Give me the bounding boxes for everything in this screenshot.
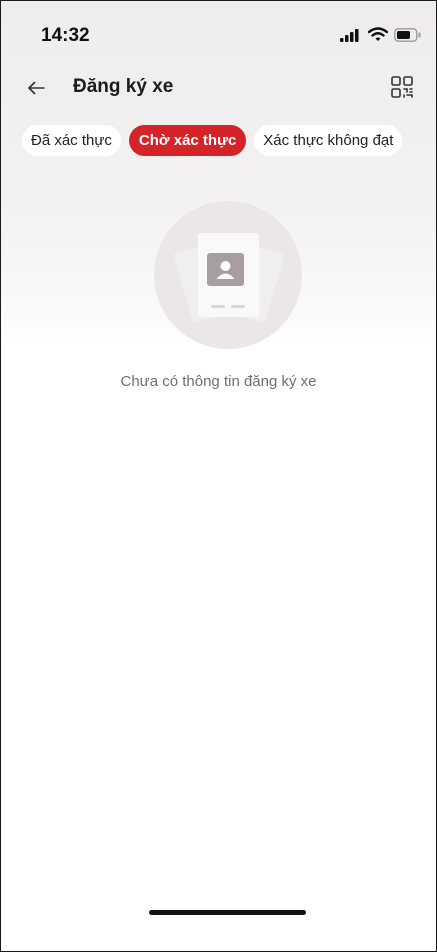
signal-icon <box>340 28 359 42</box>
empty-state-illustration <box>154 201 302 349</box>
tab-pending[interactable]: Chờ xác thực <box>128 125 247 156</box>
arrow-left-icon <box>28 81 45 95</box>
avatar-icon <box>207 253 244 286</box>
status-tabs: Đã xác thực Chờ xác thực Xác thực không … <box>22 125 403 156</box>
status-time: 14:32 <box>41 25 90 46</box>
page-title: Đăng ký xe <box>73 76 174 97</box>
empty-state-message: Chưa có thông tin đăng ký xe <box>120 373 317 390</box>
home-indicator[interactable] <box>149 910 306 915</box>
back-button[interactable] <box>19 73 53 103</box>
app-screen: 14:32 Đăng ký xe Đã xác thực Chờ xác thự… <box>0 0 437 952</box>
qr-scan-icon <box>391 76 413 98</box>
status-icons <box>340 27 422 42</box>
wifi-icon <box>368 27 388 41</box>
status-bar: 14:32 <box>1 1 436 61</box>
app-header: Đăng ký xe <box>1 67 436 107</box>
tab-failed[interactable]: Xác thực không đạt <box>254 125 403 156</box>
tab-verified[interactable]: Đã xác thực <box>22 125 121 156</box>
battery-icon <box>394 27 421 42</box>
qr-scan-button[interactable] <box>388 73 416 101</box>
card-text-lines <box>211 305 245 308</box>
